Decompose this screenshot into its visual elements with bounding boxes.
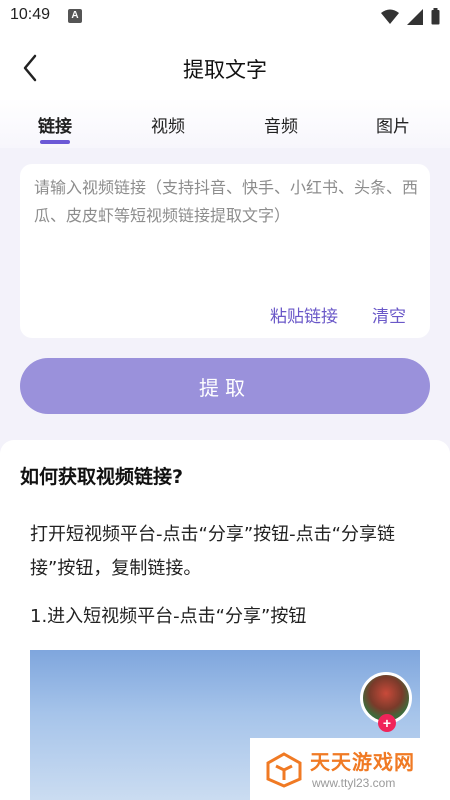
follow-plus-icon: + bbox=[378, 714, 396, 732]
help-description: 打开短视频平台-点击“分享”按钮-点击“分享链接”按钮，复制链接。 bbox=[30, 524, 395, 579]
battery-icon bbox=[431, 8, 440, 25]
help-step-1: 1.进入短视频平台-点击“分享”按钮 bbox=[30, 606, 307, 627]
tab-label: 音频 bbox=[264, 117, 298, 137]
watermark-logo-icon bbox=[266, 752, 302, 788]
notification-badge: A bbox=[68, 9, 82, 23]
tab-audio[interactable]: 音频 bbox=[264, 112, 298, 137]
tab-bar: 链接 视频 音频 图片 bbox=[0, 98, 450, 148]
tab-label: 视频 bbox=[151, 117, 185, 137]
tab-label: 图片 bbox=[376, 117, 410, 137]
signal-icon bbox=[407, 8, 423, 25]
wifi-icon bbox=[381, 9, 399, 24]
tab-image[interactable]: 图片 bbox=[376, 112, 410, 137]
link-input[interactable] bbox=[34, 174, 418, 274]
header: 提取文字 bbox=[0, 36, 450, 98]
link-input-card: 粘贴链接 清空 bbox=[20, 164, 430, 338]
tab-label: 链接 bbox=[38, 117, 72, 137]
watermark: 天天游戏网 www.ttyl23.com bbox=[250, 738, 450, 800]
status-time: 10:49 bbox=[10, 6, 51, 23]
tab-video[interactable]: 视频 bbox=[151, 112, 185, 137]
status-icons bbox=[381, 8, 440, 25]
extract-button[interactable]: 提取 bbox=[20, 358, 430, 414]
watermark-url: www.ttyl23.com bbox=[312, 776, 396, 790]
paste-link-button[interactable]: 粘贴链接 bbox=[270, 302, 338, 327]
watermark-name: 天天游戏网 bbox=[310, 750, 415, 774]
page-title: 提取文字 bbox=[183, 58, 267, 82]
help-title: 如何获取视频链接? bbox=[20, 466, 184, 488]
status-bar: 10:49 A bbox=[0, 0, 450, 36]
active-tab-indicator bbox=[40, 140, 70, 144]
tab-link[interactable]: 链接 bbox=[38, 112, 72, 144]
clear-button[interactable]: 清空 bbox=[372, 302, 406, 327]
extract-button-label: 提取 bbox=[199, 375, 251, 400]
